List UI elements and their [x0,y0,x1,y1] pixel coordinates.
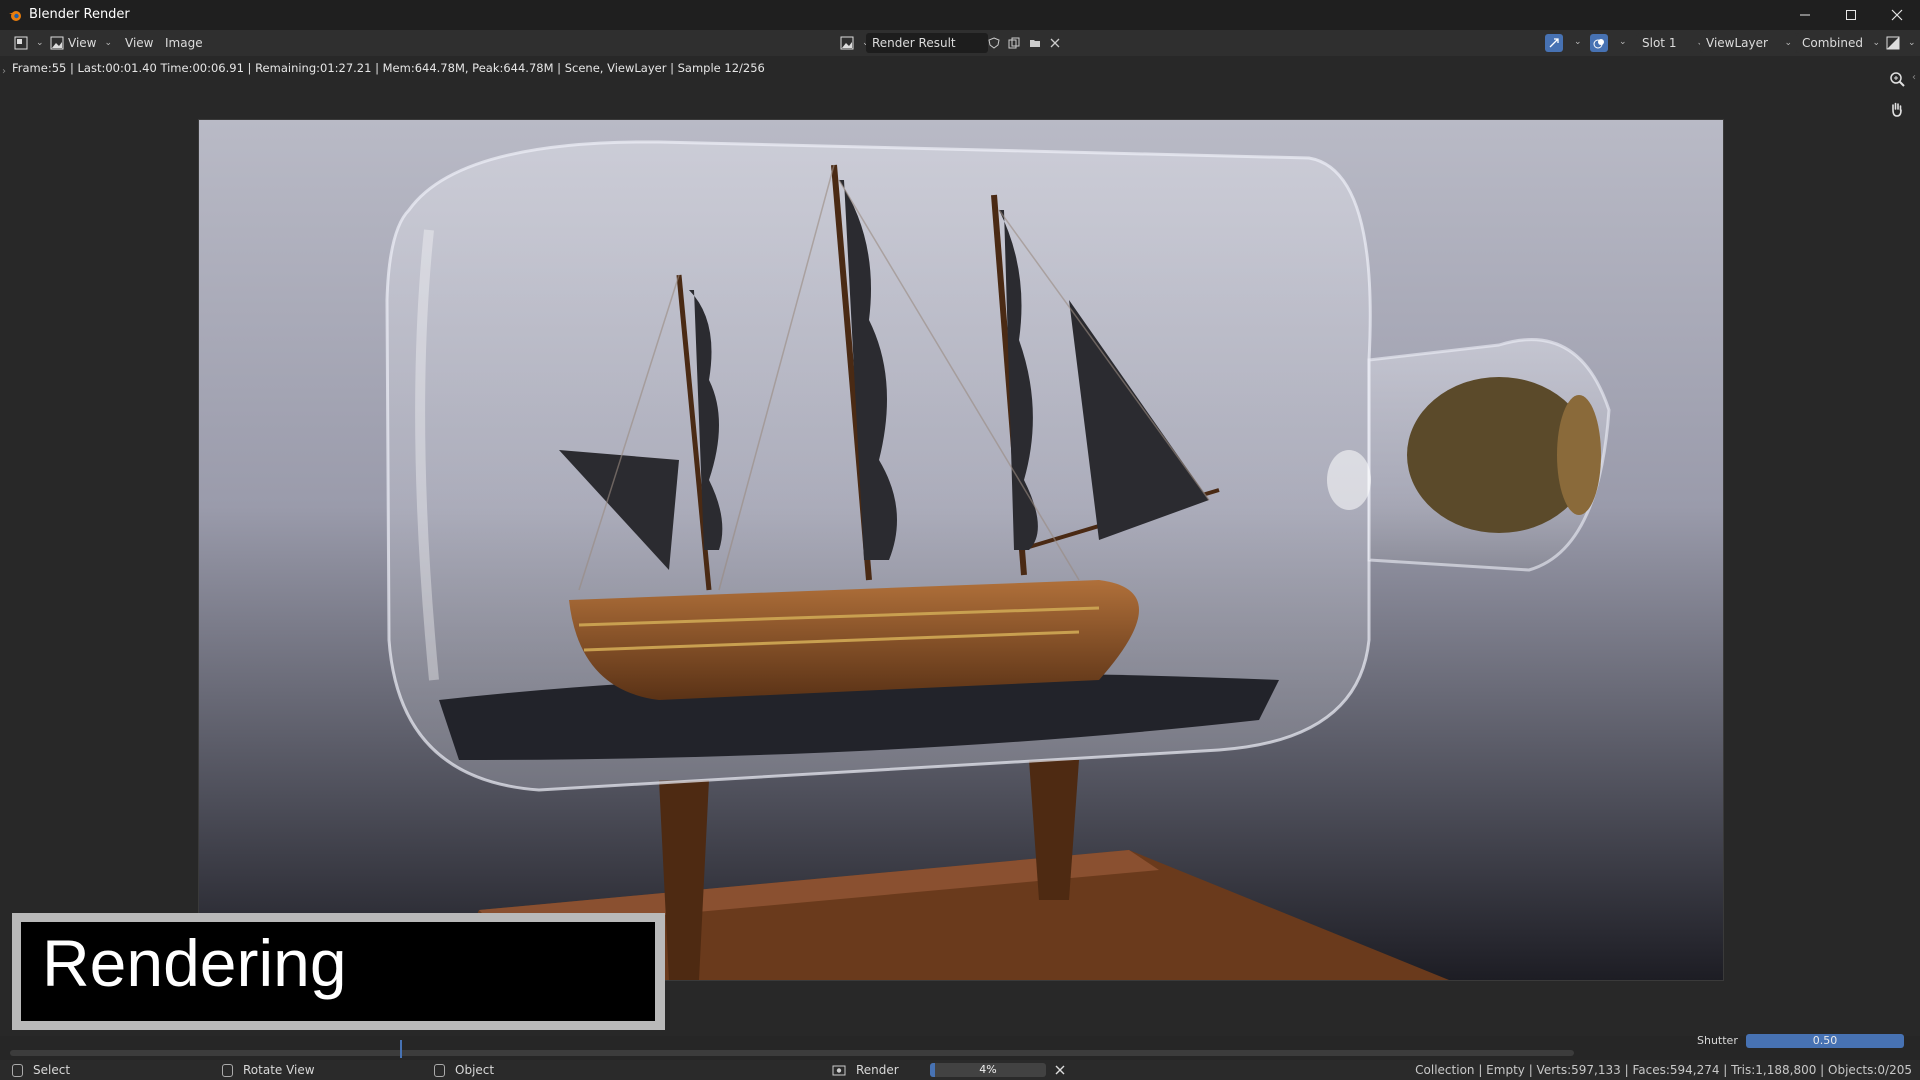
chevron-down-icon[interactable]: ⌄ [1574,37,1582,47]
gizmo-icon [1549,38,1559,48]
open-image-button[interactable] [1026,34,1044,52]
sidebar-toggle-icon[interactable]: ‹ [1912,72,1916,83]
zoom-icon [1890,72,1905,87]
chevron-down-icon[interactable]: ⌄ [1619,37,1627,47]
shutter-label: Shutter [1697,1034,1738,1047]
playhead[interactable] [400,1040,402,1058]
folder-icon [1030,40,1040,47]
scene-statistics: Collection | Empty | Verts:597,133 | Fac… [1415,1063,1912,1077]
channels-icon [1886,36,1900,50]
ship-in-bottle-render [199,120,1723,980]
status-rotate-hint: Rotate View [222,1063,315,1077]
x-icon [1050,38,1060,48]
timeline-scrollbar[interactable] [10,1050,1574,1056]
chevron-down-icon: ⌄ [1784,38,1792,48]
overlay-icon [1593,39,1604,49]
mouse-right-icon [434,1063,445,1077]
close-icon [1891,9,1903,21]
duplicate-icon [1008,37,1020,49]
window-titlebar: Blender Render [0,0,1920,30]
minimize-button[interactable] [1782,0,1828,30]
image-editor-icon [14,36,28,50]
overlays-button[interactable] [1590,34,1608,52]
status-select-label: Select [33,1063,71,1077]
fake-user-button[interactable] [985,34,1003,52]
status-object-label: Object [455,1063,495,1077]
image-name-field[interactable]: Render Result [866,33,988,53]
view-layer-label: ViewLayer [1706,36,1768,50]
display-channels-button[interactable]: ⌄ [1882,34,1920,52]
image-icon [50,36,64,50]
toolbar-toggle-icon[interactable]: › [2,66,6,77]
pan-button[interactable] [1884,96,1910,122]
close-icon [1055,1065,1065,1075]
shutter-slider[interactable]: 0.50 [1746,1034,1904,1048]
render-pass-label: Combined [1802,36,1863,50]
slot-label: Slot 1 [1642,36,1677,50]
chevron-down-icon: ⌄ [1872,38,1880,48]
menu-view[interactable]: View [125,34,153,52]
render-pass-dropdown[interactable]: Combined ⌄ [1796,33,1886,53]
blender-logo-icon [9,11,21,21]
shield-icon [988,37,1000,49]
zoom-button[interactable] [1884,66,1910,92]
render-job-label: Render [856,1063,899,1077]
render-progress-text: 4% [979,1063,997,1076]
new-image-button[interactable] [1005,34,1023,52]
chevron-down-icon: ⌄ [36,38,44,48]
rendering-overlay-text: Rendering [42,926,347,1000]
slot-dropdown[interactable]: Slot 1 ⌄ [1636,33,1710,53]
hand-icon [1892,102,1902,117]
mouse-middle-icon [222,1063,233,1077]
close-window-button[interactable] [1874,0,1920,30]
chevron-down-icon: ⌄ [104,38,113,48]
view-layer-dropdown[interactable]: ViewLayer ⌄ [1700,33,1798,53]
render-job: Render [832,1063,899,1077]
menu-image[interactable]: Image [165,34,203,52]
maximize-button[interactable] [1828,0,1874,30]
render-stats-line: Frame:55 | Last:00:01.40 Time:00:06.91 |… [12,61,765,75]
status-object-hint: Object [434,1063,494,1077]
minimize-icon [1800,14,1810,16]
sample-tool-button[interactable] [1545,34,1563,52]
render-result-image[interactable] [198,119,1724,981]
cancel-render-button[interactable] [1052,1063,1068,1077]
render-icon [832,1065,846,1076]
editor-type-button[interactable]: ⌄ [10,34,48,52]
image-name-label: Render Result [872,36,956,50]
status-rotate-label: Rotate View [243,1063,315,1077]
chevron-down-icon: ⌄ [1908,38,1916,48]
unlink-image-button[interactable] [1046,34,1064,52]
status-select-hint: Select [12,1063,70,1077]
maximize-icon [1846,10,1856,20]
image-browse-icon [840,36,854,50]
mouse-left-icon [12,1063,23,1077]
view-mode-label: View [68,36,97,50]
window-title: Blender Render [29,7,130,22]
view-mode-button[interactable]: View ⌄ [46,34,116,52]
